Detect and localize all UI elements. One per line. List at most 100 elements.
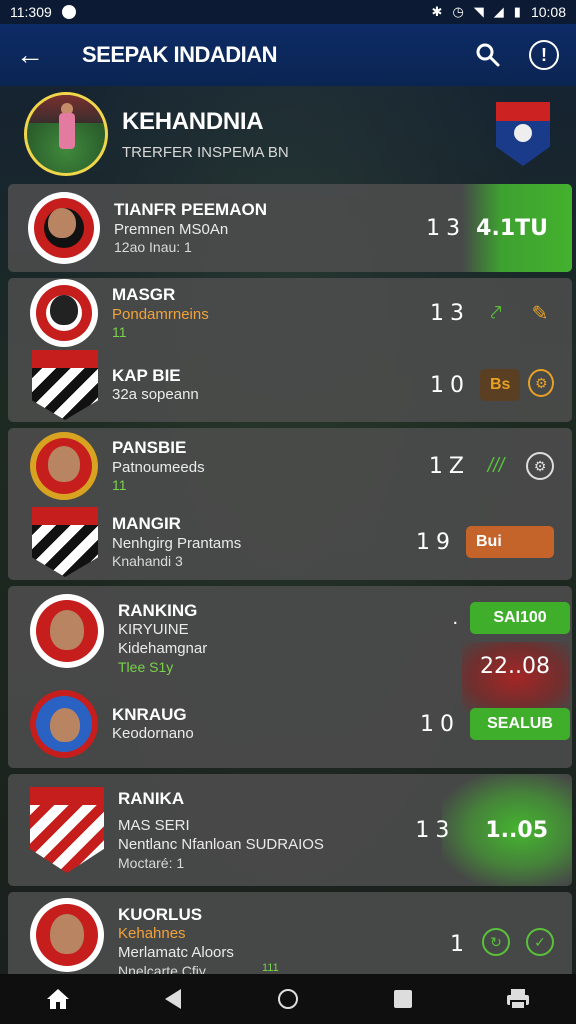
odds-value: 4.1TU xyxy=(476,215,548,241)
item-subtitle: Nenhgirg Prantams xyxy=(112,534,242,552)
bet-button[interactable]: Bs xyxy=(480,369,521,401)
team-crest-icon[interactable] xyxy=(496,102,550,166)
square-icon xyxy=(394,990,413,1008)
notification-icon xyxy=(61,5,76,19)
item-subtitle: Keodornano xyxy=(112,725,194,743)
profile-name: KEHANDNIA xyxy=(122,107,264,135)
info-button[interactable]: ! xyxy=(528,39,560,71)
item-title: MASGR xyxy=(112,285,176,305)
app-bar: ← SEEPAK INDADIAN ! xyxy=(0,24,576,86)
score-value: 1Z xyxy=(428,453,470,479)
score-button[interactable]: SAI100 xyxy=(470,602,570,634)
trophy-icon[interactable]: ✎ xyxy=(526,299,554,327)
item-note: Tlee S1y xyxy=(118,658,174,675)
item-subtitle: Kehahnes xyxy=(118,925,186,943)
status-time: 11:309 xyxy=(10,4,52,20)
page-title: SEEPAK INDADIAN xyxy=(82,42,278,67)
score-value: 1 xyxy=(450,932,470,957)
star-icon[interactable]: ✓ xyxy=(526,928,554,956)
item-detail: Nentlanc Nfanloan SUDRAIOS xyxy=(118,835,324,853)
item-title: KUORLUS xyxy=(118,905,203,924)
score-value: 10 xyxy=(430,372,470,398)
stats-icon[interactable]: /// xyxy=(482,452,510,480)
bluetooth-icon: ✱ xyxy=(431,4,443,19)
list-item[interactable]: KUORLUS Kehahnes Merlamatc Aloors Nnelca… xyxy=(8,892,572,976)
list-item[interactable]: RANIKA MAS SERI Nentlanc Nfanloan SUDRAI… xyxy=(8,774,572,886)
search-icon xyxy=(476,43,500,67)
club-badge-icon xyxy=(30,690,98,758)
alarm-icon: ◷ xyxy=(452,4,464,19)
item-title: KAP BIE xyxy=(112,366,181,385)
item-detail: Knahandi 3 xyxy=(112,553,183,570)
settings-icon[interactable]: ⚙ xyxy=(526,452,554,480)
navigation-bar xyxy=(0,974,576,1024)
profile-header: KEHANDNIA TRERFER INSPEMA BN xyxy=(0,86,576,182)
item-note: Moctaré: 1 xyxy=(118,854,185,871)
item-detail: Merlamatc Aloors xyxy=(118,944,234,961)
club-shield-icon xyxy=(30,787,104,873)
item-title: RANIKA xyxy=(118,788,185,808)
avatar[interactable] xyxy=(24,92,108,176)
home-circle-button[interactable] xyxy=(268,979,308,1019)
score-value: 19 xyxy=(416,529,456,555)
club-badge-icon xyxy=(30,594,104,668)
item-subtitle: 32a sopeann xyxy=(112,386,199,404)
item-detail: 12ao Inau: 1 xyxy=(114,239,192,256)
odds-value: 1..05 xyxy=(485,817,548,843)
list-item[interactable]: MASGR Pondamrneins 11 13 ⤤ ✎ KAP BIE 32a… xyxy=(8,278,572,422)
item-tiny: 111 xyxy=(262,962,279,974)
item-title: TIANFR PEEMAON xyxy=(114,200,267,220)
score-value: 10 xyxy=(420,711,460,737)
signal-icon: ◢ xyxy=(493,4,504,19)
item-detail: 11 xyxy=(112,324,127,341)
score-value: 13 xyxy=(430,300,470,326)
gear-icon[interactable]: ⚙ xyxy=(528,369,554,397)
score-value: 13 xyxy=(426,215,467,241)
share-icon[interactable]: ⤤ xyxy=(482,299,510,327)
printer-icon xyxy=(507,989,530,1010)
back-button[interactable] xyxy=(153,979,193,1019)
bet-button[interactable]: Bui xyxy=(466,526,554,558)
item-title: PANSBIE xyxy=(112,438,187,458)
item-subtitle: KIRYUINE xyxy=(118,621,189,639)
item-subtitle: Pondamrneins xyxy=(112,305,209,323)
list-item[interactable]: RANKING KIRYUINE Kidehamgnar Tlee S1y . … xyxy=(8,586,572,768)
club-shield-icon xyxy=(32,507,98,577)
item-subtitle: Premnen MS0An xyxy=(114,220,229,238)
circle-icon xyxy=(277,989,298,1009)
player-figure xyxy=(59,113,75,149)
score-value: 13 xyxy=(415,817,456,843)
wifi-icon: ◥ xyxy=(473,4,484,19)
item-detail: 11 xyxy=(112,477,127,494)
club-badge-icon xyxy=(30,279,98,347)
item-title: KNRAUG xyxy=(112,705,187,724)
club-shield-icon xyxy=(32,350,98,420)
item-subtitle: Patnoumeeds xyxy=(112,458,205,476)
separator-dot: . xyxy=(452,606,458,629)
home-button[interactable] xyxy=(38,979,78,1019)
match-list: TIANFR PEEMAON Premnen MS0An 12ao Inau: … xyxy=(8,184,572,982)
status-clock: 10:08 xyxy=(530,4,566,20)
recents-button[interactable] xyxy=(383,979,423,1019)
battery-icon: ▮ xyxy=(513,4,521,19)
club-button[interactable]: SEALUB xyxy=(470,708,570,740)
item-detail: Kidehamgnar xyxy=(118,640,208,657)
club-badge-icon xyxy=(30,432,98,500)
club-badge-icon xyxy=(30,898,104,972)
print-button[interactable] xyxy=(498,979,538,1019)
item-title: RANKING xyxy=(118,601,198,620)
home-icon xyxy=(46,989,69,1009)
list-item[interactable]: TIANFR PEEMAON Premnen MS0An 12ao Inau: … xyxy=(8,184,572,272)
item-title: MANGIR xyxy=(112,514,181,534)
odds-value: 22..08 xyxy=(480,654,550,679)
back-triangle-icon xyxy=(164,989,181,1009)
list-item[interactable]: PANSBIE Patnoumeeds 11 1Z /// ⚙ MANGIR N… xyxy=(8,428,572,580)
club-badge-icon xyxy=(28,192,100,264)
refresh-icon[interactable]: ↻ xyxy=(482,928,510,956)
status-bar: 11:309 ✱ ◷ ◥ ◢ ▮ 10:08 xyxy=(0,0,576,24)
profile-subtitle: TRERFER INSPEMA BN xyxy=(122,143,289,161)
item-subtitle: MAS SERI xyxy=(118,817,190,835)
back-arrow-icon[interactable]: ← xyxy=(16,39,56,71)
search-button[interactable] xyxy=(472,39,504,71)
info-icon: ! xyxy=(529,40,559,70)
